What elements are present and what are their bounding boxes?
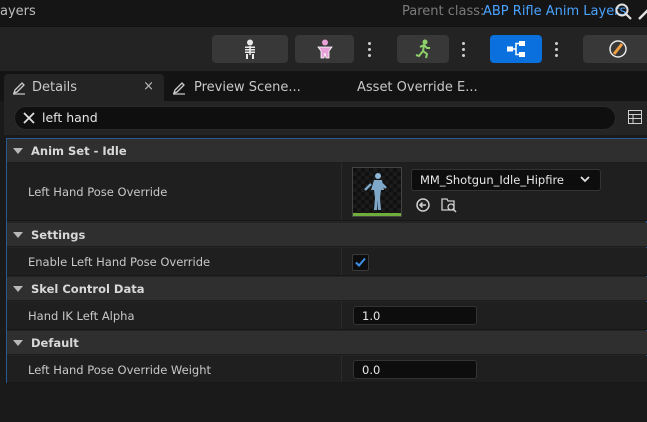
close-icon[interactable] — [23, 112, 35, 124]
collapse-arrow-icon — [13, 339, 23, 346]
parent-class-link[interactable]: ABP Rifle Anim Layers — [483, 4, 626, 19]
kebab-icon — [367, 47, 371, 51]
column-divider — [341, 248, 342, 275]
use-selected-asset-icon[interactable] — [415, 197, 431, 213]
category-label: Skel Control Data — [31, 281, 145, 296]
checkmark-icon — [355, 257, 366, 267]
tab-details-label: Details — [32, 80, 78, 95]
kebab-icon — [461, 47, 465, 51]
animation-mode-button[interactable] — [397, 35, 449, 63]
category-anim-set-idle[interactable]: Anim Set - Idle — [7, 139, 647, 163]
search-value: left hand — [42, 110, 98, 125]
collapse-arrow-icon — [13, 231, 23, 238]
parent-class-label: Parent class: — [402, 4, 485, 19]
mesh-options-menu[interactable] — [358, 35, 380, 63]
blueprint-graph-icon — [507, 41, 525, 57]
tab-preview-scene[interactable]: Preview Scene... — [166, 74, 336, 101]
brush-icon — [609, 40, 627, 58]
running-man-icon — [415, 39, 430, 59]
details-panel: Anim Set - Idle Left Hand Pose Override … — [6, 138, 647, 383]
asset-picker-value: MM_Shotgun_Idle_Hipfire — [420, 173, 565, 187]
asset-type-color-bar — [353, 213, 401, 216]
tab-close-icon[interactable]: × — [143, 79, 154, 94]
details-pencil-icon — [12, 81, 25, 95]
tab-details[interactable]: Details × — [4, 74, 164, 101]
blueprint-mode-button[interactable] — [490, 35, 542, 63]
mesh-mode-button[interactable] — [295, 35, 354, 63]
category-skel-control-data[interactable]: Skel Control Data — [7, 277, 647, 301]
chevron-down-icon — [580, 176, 590, 183]
animation-options-menu[interactable] — [452, 35, 474, 63]
property-label: Enable Left Hand Pose Override — [28, 255, 211, 269]
tab-preview-scene-label: Preview Scene... — [194, 80, 301, 95]
mode-toolbar — [0, 26, 647, 71]
asset-thumbnail[interactable] — [352, 167, 402, 217]
category-default[interactable]: Default — [7, 331, 647, 355]
skeletal-mesh-icon — [316, 39, 333, 59]
property-label: Left Hand Pose Override — [28, 185, 168, 199]
property-row-hand-ik-left-alpha: Hand IK Left Alpha 1.0 — [7, 302, 647, 330]
skeleton-icon — [245, 39, 255, 59]
property-row-left-hand-pose-override-weight: Left Hand Pose Override Weight 0.0 — [7, 356, 647, 383]
details-search-row: left hand — [4, 101, 647, 135]
window-title: ayers — [0, 4, 36, 19]
left-hand-pose-override-weight-input[interactable]: 0.0 — [353, 360, 477, 379]
panel-tab-bar: Details × Preview Scene... Asset Overrid… — [0, 71, 647, 101]
collapse-arrow-icon — [13, 147, 23, 154]
tab-asset-override-label: Asset Override E... — [357, 80, 478, 95]
tab-asset-override[interactable]: Asset Override E... — [357, 74, 497, 101]
preview-pencil-icon — [172, 81, 185, 95]
animation-blueprint-editor: ayers Parent class: ABP Rifle Anim Layer… — [0, 0, 647, 422]
category-settings[interactable]: Settings — [7, 223, 647, 247]
skeleton-mode-button[interactable] — [212, 35, 288, 63]
property-label: Hand IK Left Alpha — [28, 309, 135, 323]
collapse-arrow-icon — [13, 285, 23, 292]
category-label: Anim Set - Idle — [31, 143, 127, 158]
category-label: Settings — [31, 227, 86, 242]
panel-empty-area — [0, 383, 647, 422]
edit-icon[interactable] — [636, 2, 647, 22]
search-input[interactable]: left hand — [14, 106, 616, 130]
property-row-left-hand-pose-override: Left Hand Pose Override MM_Shotgun_Idle_… — [7, 163, 647, 221]
column-divider — [341, 163, 342, 220]
property-label: Left Hand Pose Override Weight — [28, 363, 211, 377]
search-icon[interactable] — [614, 2, 634, 22]
column-divider — [341, 302, 342, 329]
physics-mode-button[interactable] — [583, 35, 647, 63]
title-bar: ayers Parent class: ABP Rifle Anim Layer… — [0, 0, 647, 26]
browse-asset-icon[interactable] — [440, 196, 458, 214]
category-label: Default — [31, 335, 79, 350]
column-divider — [341, 356, 342, 382]
hand-ik-left-alpha-input[interactable]: 1.0 — [353, 306, 477, 325]
kebab-icon — [554, 47, 558, 51]
character-thumbnail-icon — [364, 173, 387, 210]
asset-picker-dropdown[interactable]: MM_Shotgun_Idle_Hipfire — [411, 169, 601, 191]
property-matrix-icon[interactable] — [628, 110, 642, 124]
blueprint-options-menu[interactable] — [545, 35, 567, 63]
property-row-enable-left-hand-pose-override: Enable Left Hand Pose Override — [7, 248, 647, 276]
enable-left-hand-pose-checkbox[interactable] — [352, 254, 369, 271]
